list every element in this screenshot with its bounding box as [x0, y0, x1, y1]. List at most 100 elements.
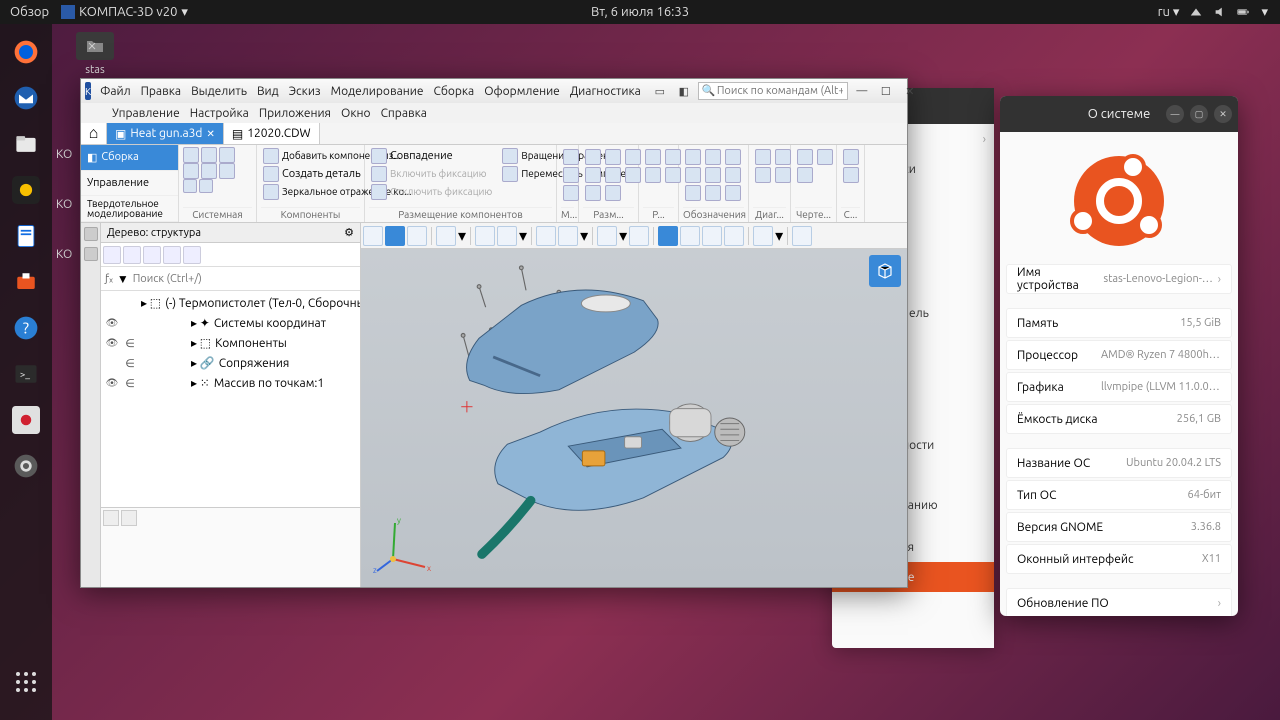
vp-shading-icon[interactable]	[536, 226, 556, 246]
match-button[interactable]: Совпадение	[369, 147, 494, 165]
vp-tool-icon[interactable]	[702, 226, 722, 246]
tree-row[interactable]: ∈▸ 🔗 Сопряжения	[101, 353, 360, 373]
tool-icon[interactable]	[645, 149, 661, 165]
ribbon-tab-assembly[interactable]: ◧Сборка	[81, 145, 178, 171]
dock-kompas[interactable]	[4, 398, 48, 442]
close-tab-icon[interactable]: ✕	[206, 128, 214, 140]
menu-Приложения[interactable]: Приложения	[254, 107, 336, 120]
fix-on-button[interactable]: Включить фиксацию	[369, 165, 494, 183]
tool-icon[interactable]	[797, 149, 813, 165]
menu-Выделить[interactable]: Выделить	[186, 85, 252, 98]
about-titlebar[interactable]: О системе — ▢ ✕	[1000, 96, 1238, 132]
tool-icon[interactable]	[645, 167, 661, 183]
tree-tool-icon[interactable]	[183, 246, 201, 264]
vp-tool-icon[interactable]	[385, 226, 405, 246]
maximize-button[interactable]: ▢	[1190, 105, 1208, 123]
create-part-button[interactable]: Создать деталь	[261, 165, 360, 183]
tree-search-input[interactable]	[133, 273, 356, 285]
dock-rhythmbox[interactable]	[4, 168, 48, 212]
vp-filter-icon[interactable]	[753, 226, 773, 246]
tree-tool-icon[interactable]	[103, 246, 121, 264]
tool-icon[interactable]	[585, 185, 601, 201]
tree-tool-icon[interactable]	[143, 246, 161, 264]
vp-zoom-icon[interactable]	[436, 226, 456, 246]
dock-help[interactable]: ?	[4, 306, 48, 350]
battery-icon[interactable]	[1237, 5, 1251, 19]
network-icon[interactable]	[1189, 5, 1203, 19]
tool-icon[interactable]	[605, 167, 621, 183]
mirror-component-button[interactable]: Зеркальное отражение ко...	[261, 183, 360, 201]
dock-terminal[interactable]: >_	[4, 352, 48, 396]
command-search-input[interactable]	[698, 82, 848, 100]
fx-icon[interactable]: ƒₓ	[105, 273, 113, 285]
tool-icon[interactable]	[843, 167, 859, 183]
menu-Вид[interactable]: Вид	[252, 85, 284, 98]
tree-tool-icon[interactable]	[163, 246, 181, 264]
tool-icon[interactable]	[775, 149, 791, 165]
volume-icon[interactable]	[1213, 5, 1227, 19]
undo-icon[interactable]	[201, 163, 217, 179]
tool-icon[interactable]	[797, 167, 813, 183]
system-menu-chevron-icon[interactable]: ▾	[1261, 5, 1268, 20]
tool-icon[interactable]	[755, 149, 771, 165]
menu-Диагностика[interactable]: Диагностика	[565, 85, 646, 98]
close-button[interactable]: ✕	[1214, 105, 1232, 123]
tool-icon[interactable]	[705, 149, 721, 165]
ribbon-view-icon[interactable]: ◧	[674, 83, 694, 99]
add-component-button[interactable]: Добавить компонент из...	[261, 147, 360, 165]
menu-Файл[interactable]: Файл	[95, 85, 136, 98]
bottom-tab-icon[interactable]	[103, 510, 119, 526]
about-device-name-row[interactable]: Имя устройстваstas-Lenovo-Legion-5...	[1006, 264, 1232, 294]
ribbon-collapse-icon[interactable]: ▭	[650, 83, 670, 99]
activities-button[interactable]: Обзор	[10, 5, 49, 19]
menu-Моделирование[interactable]: Моделирование	[326, 85, 429, 98]
dock-writer[interactable]	[4, 214, 48, 258]
menu-Справка[interactable]: Справка	[376, 107, 432, 120]
ribbon-tab-control[interactable]: Управление	[81, 171, 178, 197]
maximize-button[interactable]: ☐	[876, 83, 896, 99]
vp-visibility-icon[interactable]	[597, 226, 617, 246]
side-icon[interactable]	[84, 227, 98, 241]
kompas-window[interactable]: К ФайлПравкаВыделитьВидЭскизМоделировани…	[80, 78, 908, 588]
vp-tool-icon[interactable]	[680, 226, 700, 246]
tool-icon[interactable]	[817, 149, 833, 165]
paste-icon[interactable]	[199, 179, 213, 193]
home-tab-icon[interactable]: ⌂	[81, 123, 107, 144]
tree-row[interactable]: ▸ ✦ Системы координат	[101, 313, 360, 333]
tab-heat-gun[interactable]: ▣ Heat gun.a3d ✕	[107, 123, 224, 144]
close-button[interactable]: ✕	[900, 83, 920, 99]
tool-icon[interactable]	[685, 185, 701, 201]
filter-icon[interactable]: ▼	[117, 272, 129, 286]
view-cube-icon[interactable]	[869, 255, 901, 287]
save-icon[interactable]	[219, 147, 235, 163]
dock-firefox[interactable]	[4, 30, 48, 74]
tool-icon[interactable]	[843, 149, 859, 165]
dock-software[interactable]	[4, 260, 48, 304]
clock[interactable]: Вт, 6 июля 16:33	[591, 5, 689, 19]
tool-icon[interactable]	[605, 149, 621, 165]
vp-tool-icon[interactable]	[658, 226, 678, 246]
tool-icon[interactable]	[685, 149, 701, 165]
vp-tool-icon[interactable]	[475, 226, 495, 246]
tool-icon[interactable]	[563, 167, 579, 183]
menu-Эскиз[interactable]: Эскиз	[284, 85, 326, 98]
vp-tool-icon[interactable]	[629, 226, 649, 246]
tree-row[interactable]: ∈▸ ⁙ Массив по точкам:1	[101, 373, 360, 393]
dock-files[interactable]	[4, 122, 48, 166]
menu-Оформление[interactable]: Оформление	[479, 85, 565, 98]
fix-off-button[interactable]: Отключить фиксацию	[369, 183, 494, 201]
tool-icon[interactable]	[705, 167, 721, 183]
dock-thunderbird[interactable]	[4, 76, 48, 120]
minimize-button[interactable]: —	[1166, 105, 1184, 123]
tree-root[interactable]: ▸ ⬚ (-) Термопистолет (Тел-0, Сборочных …	[101, 293, 360, 313]
about-system-window[interactable]: О системе — ▢ ✕ Имя устройстваstas-Lenov…	[1000, 96, 1238, 616]
tree-row[interactable]: ∈▸ ⬚ Компоненты	[101, 333, 360, 353]
tree-tool-icon[interactable]	[123, 246, 141, 264]
tool-icon[interactable]	[725, 167, 741, 183]
vp-tool-icon[interactable]	[558, 226, 578, 246]
print-icon[interactable]	[183, 163, 199, 179]
tool-icon[interactable]	[605, 185, 621, 201]
new-icon[interactable]	[183, 147, 199, 163]
vp-tool-icon[interactable]	[363, 226, 383, 246]
menu-Правка[interactable]: Правка	[136, 85, 186, 98]
